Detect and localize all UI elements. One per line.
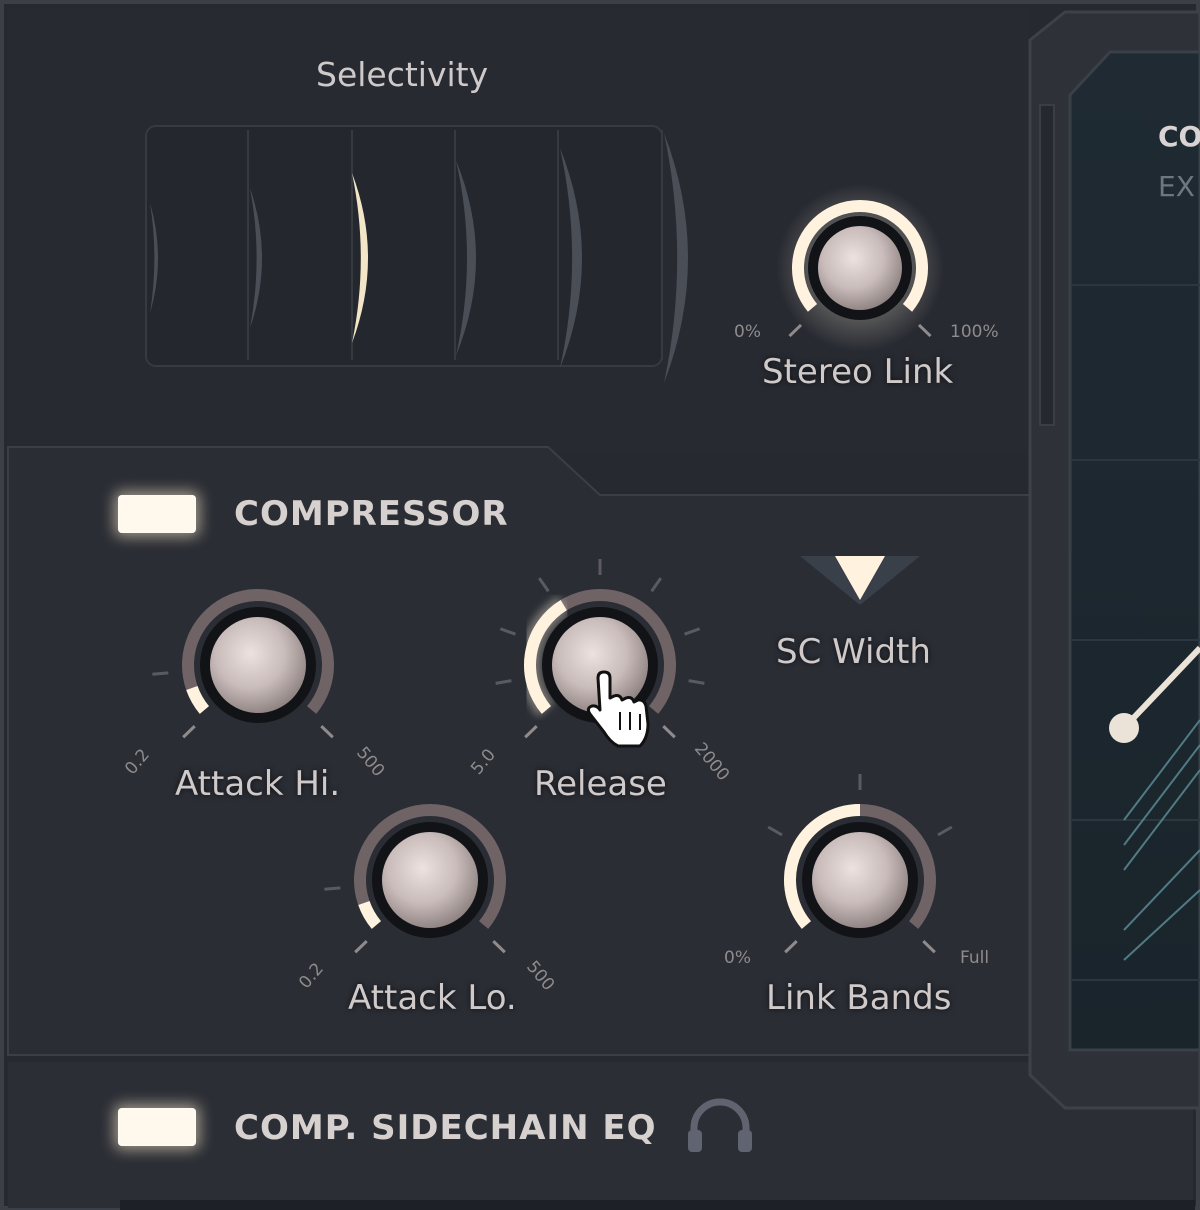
- compressor-panel: [7, 446, 1031, 1056]
- attack-lo-label: Attack Lo.: [348, 978, 517, 1018]
- sc-width-label: SC Width: [776, 632, 931, 672]
- compressor-enable-toggle[interactable]: [118, 495, 196, 533]
- threshold-handle[interactable]: [1109, 713, 1139, 743]
- stereo-link-label: Stereo Link: [762, 352, 954, 392]
- release-label: Release: [534, 764, 667, 804]
- selectivity-selector[interactable]: [145, 125, 688, 383]
- sidechain-eq-title: COMP. SIDECHAIN EQ: [234, 1108, 657, 1148]
- knob-face: [812, 832, 908, 928]
- compressor-title: COMPRESSOR: [234, 494, 509, 534]
- knob-face: [382, 832, 478, 928]
- knob-tick: [324, 886, 341, 891]
- graph-title-line2: EX: [1158, 170, 1195, 203]
- attack-hi-label: Attack Hi.: [175, 764, 341, 804]
- sidechain-eq-content-strip: [120, 1200, 1195, 1210]
- knob-face: [818, 226, 902, 310]
- link-bands-max-label: Full: [960, 948, 990, 968]
- link-bands-min-label: 0%: [724, 948, 751, 968]
- stereo-link-min-label: 0%: [734, 322, 761, 342]
- stereo-link-knob[interactable]: [776, 184, 944, 352]
- sidechain-eq-enable-toggle[interactable]: [118, 1108, 196, 1146]
- knob-face: [210, 617, 306, 713]
- knob-tick: [152, 671, 169, 676]
- link-bands-label: Link Bands: [766, 978, 952, 1018]
- plugin-panel: CO EX: [0, 0, 1200, 1210]
- selectivity-label: Selectivity: [316, 55, 489, 94]
- graph-title-line1: CO: [1158, 120, 1200, 153]
- stereo-link-max-label: 100%: [950, 322, 999, 342]
